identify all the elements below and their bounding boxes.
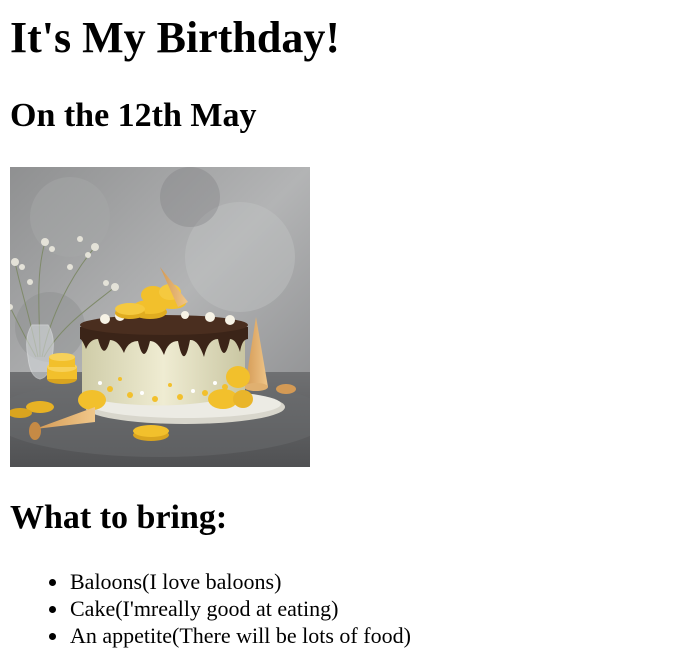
- list-item: Cake(I'mreally good at eating): [49, 595, 411, 622]
- list-item: An appetite(There will be lots of food): [49, 622, 411, 649]
- list-item-text: Cake(I'mreally good at eating): [70, 596, 339, 621]
- list-item-text: An appetite(There will be lots of food): [70, 623, 411, 648]
- bullet-icon: [49, 606, 56, 613]
- list-item: Baloons(I love baloons): [49, 568, 411, 595]
- date-heading: On the 12th May: [10, 97, 257, 134]
- bring-list: Baloons(I love baloons) Cake(I'mreally g…: [10, 568, 411, 649]
- page-title: It's My Birthday!: [10, 13, 340, 62]
- what-to-bring-heading: What to bring:: [10, 499, 228, 536]
- birthday-cake-image: [10, 167, 310, 467]
- bullet-icon: [49, 633, 56, 640]
- list-item-text: Baloons(I love baloons): [70, 569, 282, 594]
- bullet-icon: [49, 579, 56, 586]
- cake-illustration: [10, 167, 310, 467]
